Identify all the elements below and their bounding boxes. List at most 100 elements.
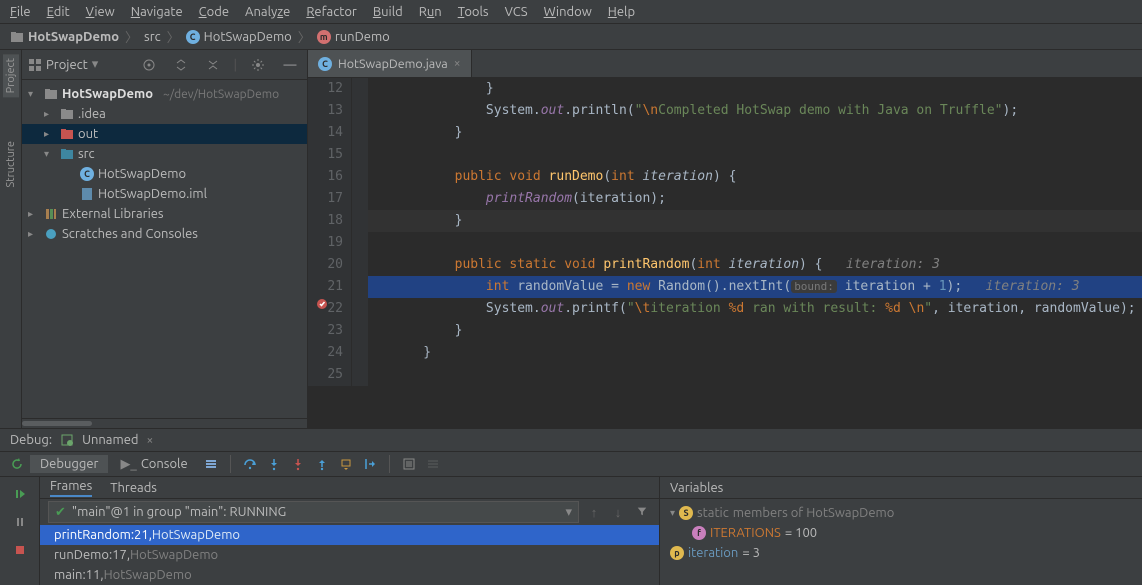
tree-external-libraries[interactable]: ▸ External Libraries	[22, 204, 307, 224]
expand-icon[interactable]: ▸	[28, 208, 40, 220]
menu-build[interactable]: Build	[373, 5, 403, 19]
step-into-button[interactable]	[263, 453, 285, 475]
menu-analyze[interactable]: Analyze	[245, 5, 290, 19]
frames-tab[interactable]: Frames	[50, 479, 92, 497]
console-tab[interactable]: ▶_Console	[110, 455, 197, 474]
collapse-all-button[interactable]	[202, 54, 224, 76]
variable-static-group[interactable]: ▾ S static members of HotSwapDemo	[670, 503, 1132, 523]
tree-scratches[interactable]: ▸ Scratches and Consoles	[22, 224, 307, 244]
stack-frame[interactable]: printRandom:21, HotSwapDemo	[40, 525, 659, 545]
threads-view-icon[interactable]	[200, 453, 222, 475]
tree-folder-idea[interactable]: ▸ .idea	[22, 104, 307, 124]
breadcrumb-sep: 〉	[298, 27, 311, 46]
stop-button[interactable]	[9, 539, 31, 561]
tree-folder-src[interactable]: ▾ src	[22, 144, 307, 164]
variables-header: Variables	[660, 477, 1142, 499]
tool-window-project-tab[interactable]: Project	[3, 54, 19, 97]
expand-icon[interactable]: ▾	[44, 148, 56, 160]
variable-iteration[interactable]: p iteration = 3	[670, 543, 1132, 563]
tool-window-structure-tab[interactable]: Structure	[3, 137, 19, 192]
code-line: printRandom(iteration);	[392, 188, 1142, 210]
breadcrumb-method[interactable]: m runDemo	[317, 30, 390, 44]
tree-class-hotswapdemo[interactable]: C HotSwapDemo	[22, 164, 307, 184]
debug-config-name[interactable]: Unnamed	[82, 433, 138, 447]
breadcrumb-class[interactable]: C HotSwapDemo	[186, 30, 292, 44]
menu-refactor[interactable]: Refactor	[306, 5, 357, 19]
menu-navigate[interactable]: Navigate	[131, 5, 183, 19]
step-over-button[interactable]	[239, 453, 261, 475]
stack-frame[interactable]: main:11, HotSwapDemo	[40, 565, 659, 585]
threads-tab[interactable]: Threads	[110, 481, 157, 495]
call-stack[interactable]: printRandom:21, HotSwapDemo runDemo:17, …	[40, 525, 659, 585]
code-line	[392, 232, 1142, 254]
menu-help[interactable]: Help	[608, 5, 635, 19]
editor-tabs: C HotSwapDemo.java ×	[308, 50, 1142, 78]
trace-current-stream-icon[interactable]	[422, 453, 444, 475]
menu-window[interactable]: Window	[544, 5, 592, 19]
drop-frame-button[interactable]	[335, 453, 357, 475]
project-view-dropdown-icon[interactable]: ▾	[92, 57, 99, 72]
evaluate-expression-button[interactable]	[398, 453, 420, 475]
project-view-icon	[28, 58, 42, 72]
run-to-cursor-button[interactable]	[359, 453, 381, 475]
prev-frame-button[interactable]: ↑	[585, 505, 603, 520]
menu-edit[interactable]: Edit	[47, 5, 70, 19]
running-check-icon: ✔	[55, 505, 66, 520]
menu-code[interactable]: Code	[199, 5, 229, 19]
line-number-gutter[interactable]: 121314151617181920 21 22232425	[308, 78, 352, 386]
pause-program-button[interactable]	[9, 511, 31, 533]
expand-icon[interactable]: ▾	[670, 507, 675, 519]
variable-iterations[interactable]: f ITERATIONS = 100	[670, 523, 1132, 543]
resume-program-button[interactable]	[9, 483, 31, 505]
tree-item-label: out	[78, 127, 98, 141]
code-line: public static void printRandom(int itera…	[392, 254, 1142, 276]
left-tool-window-stripe: Project Structure	[0, 50, 22, 428]
menu-vcs[interactable]: VCS	[505, 5, 528, 19]
frames-filter-icon[interactable]	[633, 505, 651, 520]
project-tree-hscroll[interactable]	[22, 418, 307, 428]
expand-all-button[interactable]	[170, 54, 192, 76]
menu-tools[interactable]: Tools	[458, 5, 489, 19]
hide-tool-window-button[interactable]: —	[279, 54, 301, 76]
force-step-into-button[interactable]	[287, 453, 309, 475]
breadcrumb-src[interactable]: src	[144, 30, 161, 44]
expand-icon[interactable]: ▸	[28, 228, 40, 240]
tree-item-label: .idea	[78, 107, 106, 121]
debugger-tab[interactable]: Debugger	[30, 455, 108, 473]
menu-run[interactable]: Run	[419, 5, 442, 19]
step-out-button[interactable]	[311, 453, 333, 475]
tree-iml-file[interactable]: HotSwapDemo.iml	[22, 184, 307, 204]
stack-frame[interactable]: runDemo:17, HotSwapDemo	[40, 545, 659, 565]
editor-tab-label: HotSwapDemo.java	[338, 57, 448, 71]
expand-icon[interactable]: ▸	[44, 108, 56, 120]
run-config-icon	[60, 433, 74, 447]
tree-folder-out[interactable]: ▸ out	[22, 124, 307, 144]
tree-item-label: External Libraries	[62, 207, 164, 221]
code-editor[interactable]: 121314151617181920 21 22232425 } System.…	[308, 78, 1142, 386]
breadcrumb-project-label: HotSwapDemo	[28, 30, 119, 44]
breadcrumb-project[interactable]: HotSwapDemo	[10, 30, 119, 44]
next-frame-button[interactable]: ↓	[609, 505, 627, 520]
tree-item-label: HotSwapDemo.iml	[98, 187, 207, 201]
code-line	[392, 364, 1142, 386]
fold-gutter[interactable]	[352, 78, 368, 386]
project-pane-title[interactable]: Project	[46, 58, 88, 72]
editor-tab-hotswapdemo[interactable]: C HotSwapDemo.java ×	[308, 50, 472, 77]
project-tree[interactable]: ▾ HotSwapDemo ~/dev/HotSwapDemo ▸ .idea …	[22, 80, 307, 418]
thread-selector-dropdown[interactable]: ✔ "main"@1 in group "main": RUNNING ▾	[48, 501, 579, 523]
expand-icon[interactable]: ▾	[28, 88, 40, 100]
rerun-button[interactable]	[6, 453, 28, 475]
close-debug-session-icon[interactable]: ×	[146, 434, 153, 447]
close-tab-icon[interactable]: ×	[454, 57, 461, 70]
tree-root[interactable]: ▾ HotSwapDemo ~/dev/HotSwapDemo	[22, 84, 307, 104]
menu-view[interactable]: View	[86, 5, 115, 19]
locate-file-button[interactable]	[138, 54, 160, 76]
thread-selector-label: "main"@1 in group "main": RUNNING	[72, 505, 286, 519]
debug-title-label: Debug:	[10, 433, 52, 447]
settings-gear-icon[interactable]	[247, 54, 269, 76]
static-icon: S	[679, 506, 693, 520]
variables-tree[interactable]: ▾ S static members of HotSwapDemo f ITER…	[660, 499, 1142, 585]
expand-icon[interactable]: ▸	[44, 128, 56, 140]
menu-file[interactable]: File	[10, 5, 31, 19]
breadcrumb-sep: 〉	[167, 27, 180, 46]
